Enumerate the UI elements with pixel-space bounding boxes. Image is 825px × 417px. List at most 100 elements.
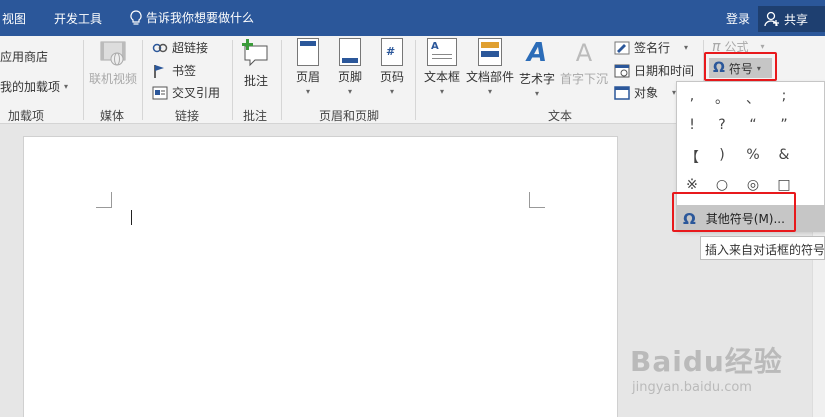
- symbol-cell[interactable]: !: [677, 117, 707, 133]
- store-label: 应用商店: [0, 50, 49, 64]
- object-icon: [614, 85, 630, 100]
- baidu-watermark: Baidu经验 jingyan.baidu.com: [630, 340, 810, 410]
- chevron-down-icon: ▾: [305, 87, 310, 96]
- my-addins-button[interactable]: 我的加载项 ▾: [0, 78, 68, 95]
- chevron-down-icon: ▾: [439, 87, 444, 96]
- symbol-cell[interactable]: “: [738, 117, 768, 133]
- chevron-down-icon: ▾: [684, 43, 689, 52]
- highlight-box: [704, 52, 777, 81]
- symbol-cell[interactable]: 、: [738, 88, 768, 108]
- header-icon: [297, 38, 319, 66]
- symbol-cell[interactable]: ): [707, 147, 737, 163]
- signature-line-button[interactable]: 签名行 ▾: [614, 39, 688, 56]
- text-cursor: [131, 210, 132, 225]
- bookmark-button[interactable]: 书签: [152, 62, 196, 79]
- tell-me-text: 告诉我你想要做什么: [146, 11, 255, 25]
- margin-corner: [529, 192, 545, 208]
- pen-icon: [614, 41, 630, 54]
- hyperlink-button[interactable]: 超链接: [152, 39, 208, 56]
- page-number-label: 页码: [379, 70, 404, 84]
- tell-me-box[interactable]: 告诉我你想要做什么: [130, 9, 254, 26]
- group-separator: [281, 40, 282, 120]
- symbol-cell[interactable]: ◎: [738, 177, 768, 193]
- comment-icon: [241, 38, 271, 70]
- footer-button[interactable]: 页脚 ▾: [331, 38, 369, 96]
- tab-developer[interactable]: 开发工具: [54, 10, 102, 27]
- margin-corner: [96, 192, 112, 208]
- cross-reference-icon: [152, 86, 168, 99]
- wordart-label: 艺术字: [518, 72, 555, 86]
- hyperlink-label: 超链接: [172, 41, 209, 55]
- link-icon: [152, 43, 168, 52]
- page-number-button[interactable]: # 页码 ▾: [373, 38, 411, 96]
- chevron-down-icon: ▾: [487, 87, 492, 96]
- tooltip: 插入来自对话框的符号: [700, 236, 825, 260]
- chevron-down-icon: ▾: [347, 87, 352, 96]
- object-label: 对象: [634, 86, 659, 100]
- date-time-label: 日期和时间: [634, 64, 695, 78]
- footer-label: 页脚: [337, 70, 362, 84]
- group-separator: [232, 40, 233, 120]
- chevron-down-icon: ▾: [64, 82, 69, 91]
- group-label-header-footer: 页眉和页脚: [319, 109, 380, 123]
- group-label-text: 文本: [548, 109, 573, 123]
- group-separator: [415, 40, 416, 120]
- chevron-down-icon: ▾: [389, 87, 394, 96]
- text-box-button[interactable]: A 文本框 ▾: [421, 38, 463, 96]
- cross-reference-label: 交叉引用: [172, 86, 221, 100]
- footer-icon: [339, 38, 361, 66]
- title-tab-bar: 视图 开发工具 告诉我你想要做什么 登录 共享: [0, 0, 825, 36]
- symbol-cell[interactable]: □: [769, 177, 799, 193]
- flag-icon: [154, 64, 164, 78]
- group-label-links: 链接: [175, 109, 200, 123]
- cross-reference-button[interactable]: 交叉引用: [152, 84, 220, 101]
- symbol-cell[interactable]: &: [769, 147, 799, 163]
- document-page[interactable]: [23, 136, 618, 417]
- wordart-button[interactable]: A 艺术字 ▾: [518, 38, 556, 98]
- calendar-icon: [614, 64, 630, 77]
- signature-line-label: 签名行: [634, 41, 671, 55]
- symbol-cell[interactable]: %: [738, 147, 768, 163]
- group-label-comments: 批注: [243, 109, 268, 123]
- chevron-down-icon: ▾: [760, 42, 765, 51]
- object-button[interactable]: 对象 ▾: [614, 84, 676, 101]
- header-button[interactable]: 页眉 ▾: [289, 38, 327, 96]
- new-comment-button[interactable]: 批注: [238, 38, 274, 89]
- date-time-button[interactable]: 日期和时间: [614, 62, 694, 79]
- group-separator: [83, 40, 84, 120]
- symbol-cell[interactable]: ?: [707, 117, 737, 133]
- lightbulb-icon: [130, 9, 142, 25]
- quick-parts-icon: [478, 38, 502, 66]
- quick-parts-button[interactable]: 文档部件 ▾: [465, 38, 515, 96]
- login-link[interactable]: 登录: [726, 10, 750, 27]
- my-addins-label: 我的加载项: [0, 80, 61, 94]
- symbol-cell[interactable]: ○: [707, 177, 737, 193]
- group-label-media: 媒体: [100, 109, 125, 123]
- watermark-url: jingyan.baidu.com: [632, 380, 752, 395]
- symbol-cell[interactable]: ”: [769, 117, 799, 133]
- share-label: 共享: [784, 12, 809, 27]
- page-number-icon: #: [381, 38, 403, 66]
- symbol-cell[interactable]: ;: [769, 88, 799, 104]
- symbol-cell[interactable]: 。: [707, 88, 737, 108]
- header-label: 页眉: [295, 70, 320, 84]
- symbol-cell[interactable]: 【: [677, 147, 707, 167]
- textbox-icon: A: [427, 38, 457, 66]
- online-video-label: 联机视频: [88, 72, 137, 86]
- film-icon: [98, 38, 128, 68]
- symbol-cell[interactable]: ※: [677, 177, 707, 193]
- watermark-brand: Baidu经验: [630, 345, 783, 378]
- user-icon: [764, 11, 779, 27]
- online-video-button[interactable]: 联机视频: [88, 38, 138, 87]
- symbol-cell[interactable]: ,: [677, 88, 707, 104]
- group-label-addins: 加载项: [8, 109, 45, 123]
- share-button[interactable]: 共享: [758, 6, 825, 32]
- comment-label: 批注: [243, 74, 268, 88]
- chevron-down-icon: ▾: [534, 89, 539, 98]
- drop-cap-label: 首字下沉: [559, 72, 608, 86]
- store-button[interactable]: 应用商店: [0, 48, 48, 65]
- wordart-icon: A: [526, 38, 548, 68]
- tab-view[interactable]: 视图: [2, 10, 26, 27]
- drop-cap-button[interactable]: A 首字下沉: [558, 38, 610, 87]
- highlight-box: [672, 192, 796, 232]
